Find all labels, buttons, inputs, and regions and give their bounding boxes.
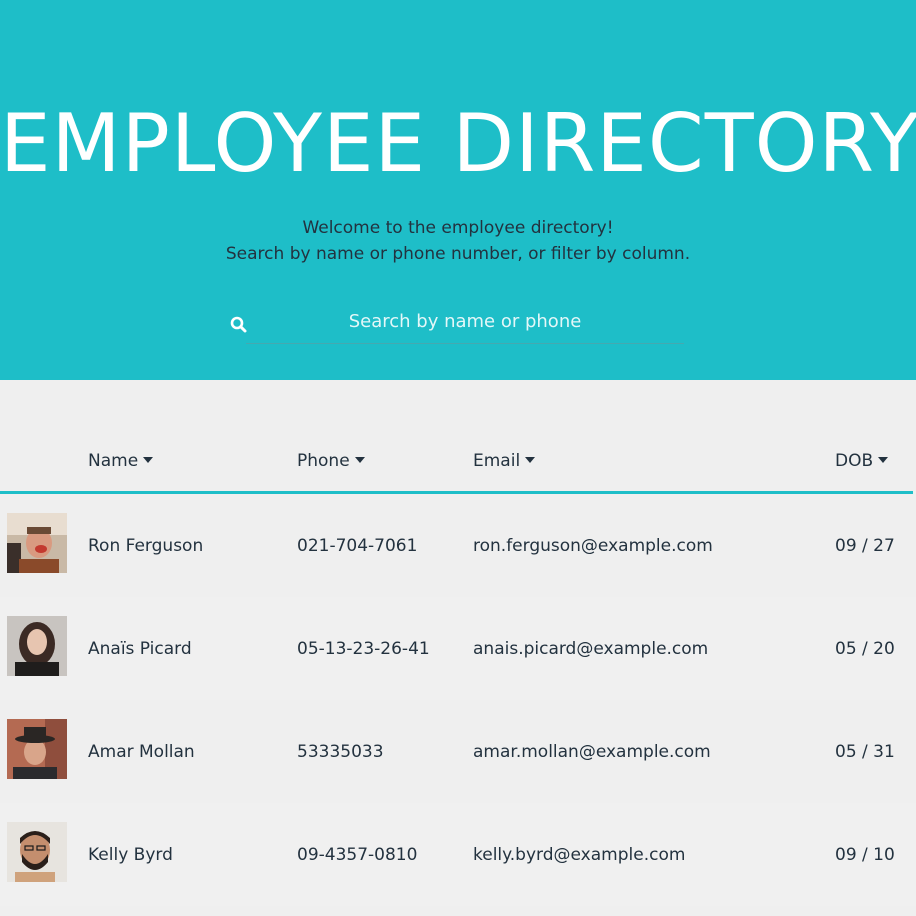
column-header-email[interactable]: Email (473, 450, 536, 472)
employee-dob: 05 / 31 (835, 742, 895, 762)
employee-email: amar.mollan@example.com (473, 742, 711, 762)
employee-name: Kelly Byrd (88, 845, 173, 865)
employee-name: Amar Mollan (88, 742, 195, 762)
column-header-name-label: Name (88, 451, 139, 471)
employee-dob: 05 / 20 (835, 639, 895, 659)
caret-down-icon (143, 457, 154, 463)
table-row: Ron Ferguson 021-704-7061 ron.ferguson@e… (0, 494, 916, 597)
employee-email: ron.ferguson@example.com (473, 536, 713, 556)
instructions-text: Search by name or phone number, or filte… (225, 244, 691, 264)
column-header-phone-label: Phone (297, 451, 350, 471)
page-title: EMPLOYEE DIRECTORY (0, 97, 916, 190)
employee-name: Ron Ferguson (88, 536, 204, 556)
search-input[interactable] (246, 300, 684, 344)
employee-phone: 53335033 (297, 742, 384, 762)
avatar (7, 822, 67, 882)
employee-dob: 09 / 27 (835, 536, 895, 556)
column-header-dob[interactable]: DOB (835, 450, 889, 472)
avatar (7, 513, 67, 573)
employee-email: anais.picard@example.com (473, 639, 709, 659)
caret-down-icon (354, 457, 365, 463)
caret-down-icon (878, 457, 889, 463)
employee-dob: 09 / 10 (835, 845, 895, 865)
table-row: Anaïs Picard 05-13-23-26-41 anais.picard… (0, 597, 916, 700)
column-header-email-label: Email (473, 451, 521, 471)
column-header-dob-label: DOB (835, 451, 874, 471)
avatar (7, 616, 67, 676)
employee-email: kelly.byrd@example.com (473, 845, 686, 865)
welcome-text: Welcome to the employee directory! (302, 218, 614, 238)
caret-down-icon (525, 457, 536, 463)
column-header-name[interactable]: Name (88, 450, 154, 472)
employee-name: Anaïs Picard (88, 639, 192, 659)
avatar (7, 719, 67, 779)
table-row: Kelly Byrd 09-4357-0810 kelly.byrd@examp… (0, 803, 916, 906)
page-header: EMPLOYEE DIRECTORY Welcome to the employ… (0, 0, 916, 380)
employee-phone: 021-704-7061 (297, 536, 418, 556)
employee-phone: 09-4357-0810 (297, 845, 418, 865)
column-header-phone[interactable]: Phone (297, 450, 365, 472)
table-row: Amar Mollan 53335033 amar.mollan@example… (0, 700, 916, 803)
employee-phone: 05-13-23-26-41 (297, 639, 430, 659)
